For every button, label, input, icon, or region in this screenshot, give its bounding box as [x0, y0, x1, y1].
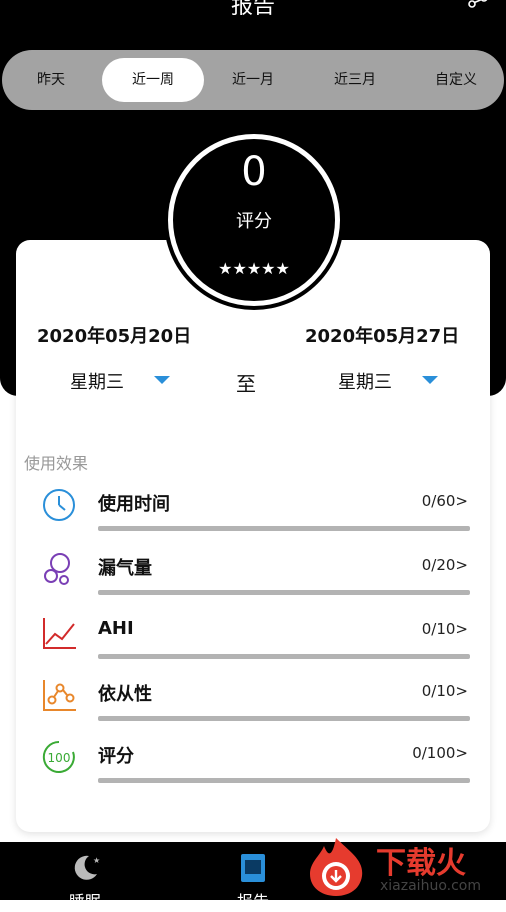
- report-icon: [241, 854, 265, 882]
- end-date: 2020年05月27日: [305, 326, 460, 347]
- svg-text:100: 100: [48, 751, 71, 765]
- date-separator: 至: [236, 372, 256, 396]
- nav-item-sleep[interactable]: ★ 睡眠: [25, 842, 145, 911]
- line-chart-icon: [43, 618, 76, 649]
- clock-icon: [43, 489, 75, 521]
- score-circle: 0 评分 ★★★★★: [177, 143, 331, 297]
- progress-bar: [98, 590, 470, 595]
- bubbles-icon: [44, 553, 70, 585]
- metric-value: 0/100>: [412, 744, 468, 762]
- score-100-icon: 100: [42, 740, 75, 773]
- watermark-subtext: xiazaihuo.com: [380, 878, 481, 894]
- section-title: 使用效果: [24, 454, 89, 473]
- metric-leakage[interactable]: 漏气量 0/20>: [30, 548, 480, 604]
- page-title: 报告: [230, 0, 275, 19]
- watermark-text: 下载火: [376, 846, 466, 881]
- metric-label: 使用时间: [98, 494, 170, 515]
- tab-yesterday[interactable]: 昨天: [0, 58, 102, 102]
- flame-logo-icon: [310, 838, 363, 896]
- star-rating: ★★★★★: [218, 259, 290, 278]
- score-label: 评分: [236, 211, 272, 232]
- metric-usage-time[interactable]: 使用时间 0/60>: [30, 484, 480, 540]
- metric-score[interactable]: 100 评分 0/100>: [30, 736, 480, 792]
- metric-label: 评分: [98, 746, 134, 767]
- nav-label: 报告: [236, 892, 269, 911]
- chevron-down-icon[interactable]: [154, 376, 170, 384]
- metric-label: 漏气量: [98, 558, 152, 579]
- period-tabs: 昨天 近一周 近一月 近三月 自定义: [2, 50, 504, 110]
- score-value: 0: [241, 149, 267, 195]
- watermark: 下载火 xiazaihuo.com: [296, 832, 506, 900]
- nodes-chart-icon: [43, 680, 76, 711]
- metric-ahi[interactable]: AHI 0/10>: [30, 612, 480, 668]
- start-date: 2020年05月20日: [37, 326, 192, 347]
- chevron-down-icon[interactable]: [422, 376, 438, 384]
- progress-bar: [98, 654, 470, 659]
- progress-bar: [98, 716, 470, 721]
- metric-value: 0/10>: [421, 620, 468, 638]
- svg-text:★: ★: [93, 856, 100, 865]
- tab-last-month[interactable]: 近一月: [202, 58, 304, 102]
- metric-value: 0/10>: [421, 682, 468, 700]
- metric-label: 依从性: [98, 684, 152, 705]
- share-icon[interactable]: [466, 0, 490, 12]
- nav-label: 睡眠: [68, 892, 101, 911]
- metric-value: 0/20>: [421, 556, 468, 574]
- tab-custom[interactable]: 自定义: [406, 58, 506, 102]
- progress-bar: [98, 526, 470, 531]
- moon-icon: ★: [74, 855, 100, 880]
- progress-bar: [98, 778, 470, 783]
- nav-item-report[interactable]: 报告: [193, 842, 313, 911]
- start-weekday-select[interactable]: 星期三: [70, 368, 124, 394]
- tab-last-three-months[interactable]: 近三月: [304, 58, 406, 102]
- tab-last-week[interactable]: 近一周: [102, 58, 204, 102]
- metric-value: 0/60>: [421, 492, 468, 510]
- metric-compliance[interactable]: 依从性 0/10>: [30, 674, 480, 730]
- end-weekday-select[interactable]: 星期三: [338, 368, 392, 394]
- metric-label: AHI: [98, 618, 134, 639]
